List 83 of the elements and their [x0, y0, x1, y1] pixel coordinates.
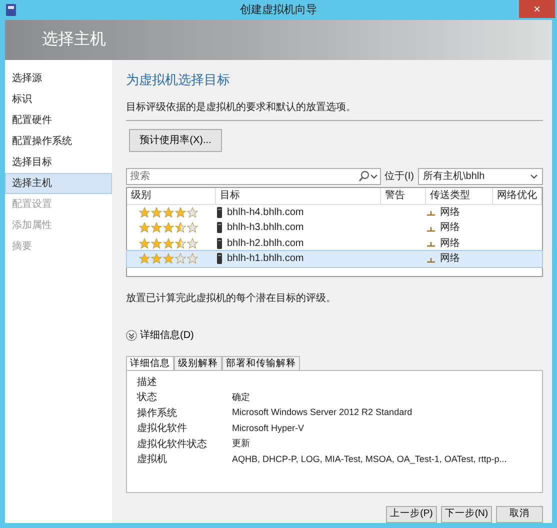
network-icon — [426, 239, 436, 248]
star-icon — [175, 222, 186, 234]
star-icon — [163, 253, 174, 264]
table-row[interactable]: bhlh-h1.bhlh.com 网络 — [127, 251, 542, 266]
caret-icon — [370, 172, 380, 180]
wizard-button[interactable]: 取消 — [496, 506, 543, 523]
search-icon — [358, 170, 370, 182]
location-label: 位于(I) — [384, 170, 414, 184]
detail-value: AQHB, DHCP-P, LOG, MIA-Test, MSOA, OA_Test-1, OATest, rttp-p... — [232, 452, 507, 466]
column-header[interactable]: 级别 — [127, 188, 216, 204]
column-header[interactable]: 传送类型 — [426, 188, 493, 204]
star-icon — [175, 238, 186, 249]
table-cell-text: bhlh-h3.bhlh.com — [227, 221, 304, 236]
window-title: 创建虚拟机向导 — [240, 2, 317, 18]
star-icon — [175, 253, 186, 264]
estimate-button[interactable]: 预计使用率(X)... — [129, 128, 222, 152]
table-cell-text: 网络 — [440, 252, 460, 266]
detail-value: 更新 — [232, 437, 250, 450]
details-toggle[interactable]: 详细信息(D) — [126, 328, 194, 344]
server-icon — [216, 222, 223, 234]
server-icon — [216, 238, 223, 249]
sidebar-item[interactable]: 选择源 — [5, 68, 112, 89]
app-icon — [5, 3, 17, 17]
star-icon — [151, 222, 162, 234]
note-text: 放置已计算完此虚拟机的每个潜在目标的评级。 — [126, 292, 337, 306]
search-input[interactable]: 搜索 — [127, 168, 358, 184]
sidebar-item[interactable]: 配置硬件 — [5, 110, 112, 131]
chevron-icon — [126, 330, 137, 342]
tab[interactable]: 级别解释 — [174, 356, 222, 370]
page-title: 选择主机 — [42, 30, 106, 50]
network-icon — [426, 208, 436, 216]
tab[interactable]: 部署和传输解释 — [222, 356, 300, 370]
table-cell-text: 网络 — [440, 236, 460, 251]
server-icon — [216, 253, 223, 264]
wizard-button[interactable]: 上一步(P) — [386, 506, 437, 523]
table-cell-text: 网络 — [440, 221, 460, 236]
detail-label: 状态 — [137, 390, 158, 406]
star-icon — [187, 253, 198, 264]
server-icon — [216, 206, 223, 218]
intro-text: 目标评级依据的是虚拟机的要求和默认的放置选项。 — [126, 100, 543, 120]
detail-label: 虚拟化软件状态 — [137, 438, 208, 452]
detail-value: Microsoft Hyper-V — [232, 422, 304, 435]
table-row[interactable]: bhlh-h3.bhlh.com 网络 — [127, 220, 542, 236]
star-icon — [151, 206, 162, 218]
table-row[interactable]: bhlh-h2.bhlh.com 网络 — [127, 236, 542, 251]
sidebar-item[interactable]: 选择主机 — [5, 173, 112, 194]
detail-label: 虚拟化软件 — [137, 422, 188, 436]
column-header[interactable]: 警告 — [381, 188, 426, 204]
caret-icon — [530, 172, 538, 180]
detail-value: 确定 — [232, 390, 250, 404]
table-cell-text: bhlh-h1.bhlh.com — [227, 252, 304, 266]
table-cell-text: 网络 — [440, 206, 460, 220]
location-dropdown[interactable]: 所有主机\bhlh — [418, 168, 543, 184]
sidebar-item[interactable]: 标识 — [5, 89, 112, 110]
table-cell-text: bhlh-h4.bhlh.com — [227, 206, 304, 220]
star-icon — [163, 206, 174, 218]
star-icon — [139, 238, 150, 249]
detail-label: 虚拟机 — [137, 452, 168, 468]
star-icon — [187, 206, 198, 218]
star-icon — [187, 238, 198, 249]
star-icon — [151, 253, 162, 264]
tab[interactable]: 详细信息 — [126, 356, 174, 370]
wizard-button[interactable]: 下一步(N) — [441, 506, 492, 523]
star-icon — [139, 206, 150, 218]
star-icon — [187, 222, 198, 234]
star-icon — [151, 238, 162, 249]
sidebar-item[interactable]: 配置操作系统 — [5, 131, 112, 152]
close-button[interactable]: × — [519, 0, 555, 18]
sidebar-item[interactable]: 选择目标 — [5, 152, 112, 173]
star-icon — [139, 253, 150, 264]
star-icon — [175, 206, 186, 218]
detail-label: 描述 — [137, 376, 158, 390]
section-heading: 为虚拟机选择目标 — [126, 71, 231, 89]
star-icon — [139, 222, 150, 234]
search-field[interactable]: 搜索 — [126, 168, 381, 184]
table-row[interactable]: bhlh-h4.bhlh.com 网络 — [127, 204, 542, 220]
detail-value: Microsoft Windows Server 2012 R2 Standard — [232, 406, 412, 420]
detail-label: 操作系统 — [137, 406, 178, 421]
column-header[interactable]: 目标 — [216, 188, 381, 204]
column-header[interactable]: 网络优化 — [493, 188, 542, 204]
star-icon — [163, 238, 174, 249]
star-icon — [163, 222, 174, 234]
table-cell-text: bhlh-h2.bhlh.com — [227, 236, 304, 251]
